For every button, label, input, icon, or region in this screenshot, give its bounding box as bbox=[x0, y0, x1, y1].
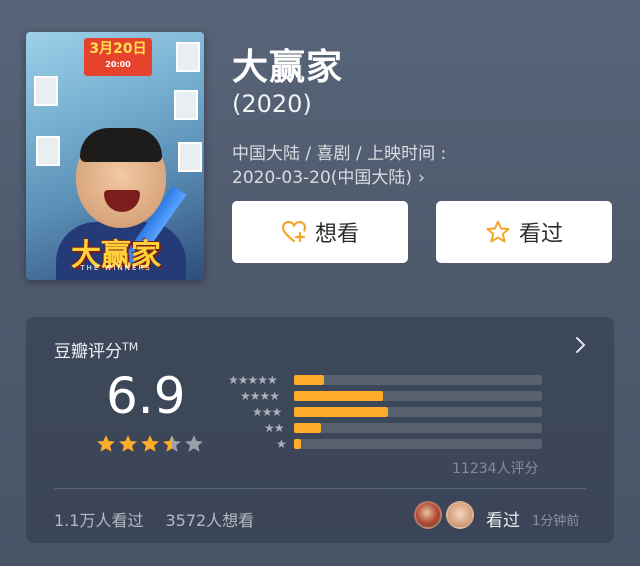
rating-label-text: 豆瓣评分 bbox=[54, 342, 122, 362]
rating-bar-track bbox=[294, 423, 542, 433]
poster-date-time: 20:00 bbox=[105, 60, 131, 69]
rating-bar-fill bbox=[294, 391, 384, 401]
poster-photo bbox=[34, 76, 58, 106]
trademark-mark: TM bbox=[122, 340, 139, 354]
activity-time: 1分钟前 bbox=[532, 514, 580, 529]
rating-bar-track bbox=[294, 391, 542, 401]
poster-date-badge: 3月20日 20:00 bbox=[84, 38, 152, 76]
rating-bar-stars-icon: ★★★ bbox=[252, 405, 282, 419]
rating-card[interactable]: 豆瓣评分TM 6.9 ★★★★★ ★★★★ ★★★ ★★ ★ 11234人评分 1.1万… bbox=[26, 317, 614, 543]
rating-bar-track bbox=[294, 407, 542, 417]
rating-bar-2-star: ★★ bbox=[222, 421, 552, 435]
poster-subtitle: THE WINNERS bbox=[80, 264, 152, 272]
watched-count: 1.1万人看过 bbox=[54, 511, 144, 530]
movie-year: (2020) bbox=[232, 90, 312, 118]
poster-photo bbox=[174, 90, 198, 120]
rating-star-icon bbox=[119, 435, 137, 452]
rating-bar-stars-icon: ★★★★★ bbox=[228, 373, 278, 387]
divider bbox=[54, 488, 586, 489]
rating-bar-fill bbox=[294, 439, 302, 449]
want-to-watch-button[interactable]: 想看 bbox=[232, 201, 408, 263]
rating-star-icon bbox=[97, 435, 115, 452]
rating-bar-track bbox=[294, 375, 542, 385]
rating-bar-fill bbox=[294, 375, 324, 385]
rating-bar-track bbox=[294, 439, 542, 449]
movie-poster[interactable]: 3月20日 20:00 大赢家 THE WINNERS bbox=[26, 32, 204, 280]
avatar bbox=[414, 501, 442, 529]
watched-button[interactable]: 看过 bbox=[436, 201, 612, 263]
rating-star-icon bbox=[163, 435, 181, 452]
chevron-right-icon: › bbox=[418, 168, 425, 188]
chevron-right-icon[interactable] bbox=[572, 335, 588, 355]
friend-avatars[interactable] bbox=[414, 501, 480, 529]
rating-bar-5-star: ★★★★★ bbox=[222, 373, 552, 387]
rating-bar-stars-icon: ★ bbox=[276, 437, 287, 451]
rating-bar-fill bbox=[294, 423, 322, 433]
movie-release-date: 2020-03-20(中国大陆) bbox=[232, 168, 413, 188]
rating-label: 豆瓣评分TM bbox=[54, 337, 138, 362]
rating-count: 11234人评分 bbox=[452, 461, 539, 477]
rating-bar-stars-icon: ★★ bbox=[264, 421, 284, 435]
movie-title: 大赢家 bbox=[232, 47, 344, 88]
star-outline-icon bbox=[485, 219, 511, 245]
rating-star-icon bbox=[185, 435, 203, 452]
rating-bar-fill bbox=[294, 407, 389, 417]
want-to-watch-label: 想看 bbox=[314, 222, 359, 247]
audience-stats: 1.1万人看过 3572人想看 bbox=[54, 507, 254, 531]
rating-stars bbox=[96, 434, 204, 454]
rating-score: 6.9 bbox=[106, 367, 186, 425]
poster-photo bbox=[176, 42, 200, 72]
rating-star-icon bbox=[141, 435, 159, 452]
movie-meta-line1: 中国大陆 / 喜剧 / 上映时间 : bbox=[232, 144, 447, 164]
poster-photo bbox=[178, 142, 202, 172]
poster-date-text: 3月20日 bbox=[89, 41, 147, 57]
rating-bar-stars-icon: ★★★★ bbox=[240, 389, 280, 403]
poster-figure-hair bbox=[80, 128, 162, 162]
avatar bbox=[446, 501, 474, 529]
watched-label: 看过 bbox=[518, 222, 563, 247]
activity-label: 看过 bbox=[486, 511, 520, 531]
want-count: 3572人想看 bbox=[165, 511, 255, 530]
rating-bar-4-star: ★★★★ bbox=[222, 389, 552, 403]
rating-bar-3-star: ★★★ bbox=[222, 405, 552, 419]
movie-meta[interactable]: 中国大陆 / 喜剧 / 上映时间 : 2020-03-20(中国大陆) › bbox=[232, 142, 446, 190]
poster-photo bbox=[36, 136, 60, 166]
rating-bar-1-star: ★ bbox=[222, 437, 552, 451]
heart-plus-icon bbox=[281, 219, 307, 245]
movie-meta-line2-row: 2020-03-20(中国大陆) › bbox=[232, 166, 446, 190]
